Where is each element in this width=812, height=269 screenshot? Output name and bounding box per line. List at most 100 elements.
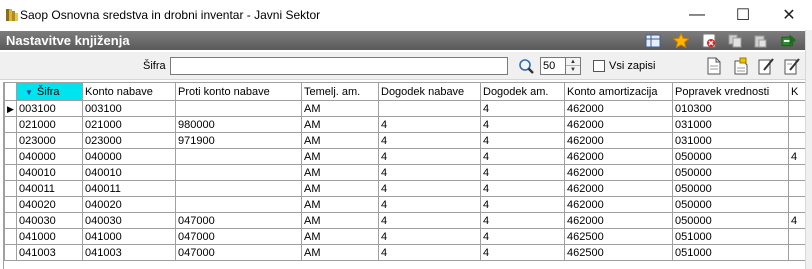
table-row[interactable]: ▶ 003100 003100 AM 4 462000 010300	[4, 100, 805, 117]
table-cell[interactable]: AM	[301, 132, 379, 149]
table-cell[interactable]: 4	[480, 132, 565, 149]
table-cell[interactable]: 462000	[564, 116, 673, 133]
table-cell[interactable]: 4	[378, 196, 481, 213]
favorite-star-icon[interactable]	[673, 33, 689, 48]
table-cell[interactable]: 462000	[564, 196, 673, 213]
table-cell[interactable]: 050000	[672, 212, 789, 229]
table-cell[interactable]: 040030	[16, 212, 83, 229]
table-cell[interactable]: 4	[378, 116, 481, 133]
insert-copy-icon[interactable]	[732, 57, 750, 75]
table-cell[interactable]: 462000	[564, 148, 673, 165]
row-indicator[interactable]	[4, 244, 17, 261]
close-form-icon[interactable]	[701, 33, 717, 48]
table-cell[interactable]: 4	[378, 148, 481, 165]
row-indicator[interactable]	[4, 132, 17, 149]
table-cell[interactable]: 040010	[16, 164, 83, 181]
table-row[interactable]: 021000 021000 980000 AM 4 4 462000 031000	[4, 116, 805, 133]
table-cell[interactable]: 4	[480, 212, 565, 229]
table-cell[interactable]: AM	[301, 180, 379, 197]
spin-down-icon[interactable]: ▼	[566, 66, 580, 74]
column-header-konto-nabave[interactable]: Konto nabave	[82, 82, 176, 101]
row-indicator[interactable]	[4, 164, 17, 181]
table-cell[interactable]: 051000	[672, 228, 789, 245]
table-cell[interactable]: 041003	[82, 244, 176, 261]
row-indicator[interactable]	[4, 180, 17, 197]
table-cell[interactable]: 980000	[175, 116, 302, 133]
table-cell[interactable]: 040030	[82, 212, 176, 229]
table-cell[interactable]: 462500	[564, 244, 673, 261]
table-cell[interactable]: 040020	[16, 196, 83, 213]
grid-settings-icon[interactable]	[645, 33, 661, 48]
table-cell[interactable]: 040020	[82, 196, 176, 213]
row-indicator[interactable]	[4, 148, 17, 165]
column-header-dogodek-nabave[interactable]: Dogodek nabave	[378, 82, 481, 101]
table-cell[interactable]: 003100	[82, 100, 176, 117]
table-cell[interactable]: 462000	[564, 132, 673, 149]
table-cell[interactable]: 462000	[564, 212, 673, 229]
table-row[interactable]: 023000 023000 971900 AM 4 4 462000 031000	[4, 132, 805, 149]
table-cell[interactable]: 047000	[175, 244, 302, 261]
table-cell[interactable]: 021000	[82, 116, 176, 133]
column-header-sifra[interactable]: ▼ Šifra	[16, 82, 83, 101]
table-cell[interactable]: AM	[301, 116, 379, 133]
table-cell[interactable]: 4	[378, 132, 481, 149]
close-button[interactable]: ✕	[766, 0, 812, 30]
table-cell[interactable]: 040011	[16, 180, 83, 197]
table-cell[interactable]: 041000	[82, 228, 176, 245]
table-cell[interactable]: 021000	[16, 116, 83, 133]
exit-icon[interactable]	[781, 33, 797, 48]
table-cell[interactable]: 040000	[16, 148, 83, 165]
table-row[interactable]: 040020 040020 AM 4 4 462000 050000	[4, 196, 805, 213]
table-row[interactable]: 041000 041000 047000 AM 4 4 462500 051000	[4, 228, 805, 245]
table-cell[interactable]: 031000	[672, 116, 789, 133]
table-cell[interactable]	[788, 164, 805, 181]
table-cell[interactable]: 040011	[82, 180, 176, 197]
table-cell[interactable]	[175, 180, 302, 197]
table-cell[interactable]	[788, 116, 805, 133]
column-header-popravek-vrednosti[interactable]: Popravek vrednosti	[672, 82, 789, 101]
table-row[interactable]: 040010 040010 AM 4 4 462000 050000	[4, 164, 805, 181]
table-cell[interactable]: 4	[480, 180, 565, 197]
table-cell[interactable]: 041003	[16, 244, 83, 261]
row-indicator[interactable]	[4, 212, 17, 229]
table-cell[interactable]: 4	[480, 228, 565, 245]
table-cell[interactable]	[175, 148, 302, 165]
row-indicator[interactable]	[4, 228, 17, 245]
new-record-icon[interactable]	[705, 57, 723, 75]
table-cell[interactable]	[788, 196, 805, 213]
copy-icon[interactable]	[727, 33, 743, 48]
table-cell[interactable]: AM	[301, 196, 379, 213]
table-cell[interactable]: 4	[788, 212, 805, 229]
table-row[interactable]: 040000 040000 AM 4 4 462000 050000 4	[4, 148, 805, 165]
table-cell[interactable]: 040010	[82, 164, 176, 181]
minimize-button[interactable]: —	[674, 0, 720, 30]
column-header-dogodek-am[interactable]: Dogodek am.	[480, 82, 565, 101]
table-cell[interactable]: 023000	[82, 132, 176, 149]
table-cell[interactable]: 4	[480, 100, 565, 117]
spin-up-icon[interactable]: ▲	[566, 58, 580, 66]
table-cell[interactable]: 050000	[672, 148, 789, 165]
paste-icon[interactable]	[752, 33, 768, 48]
table-cell[interactable]: 971900	[175, 132, 302, 149]
table-cell[interactable]: 462000	[564, 180, 673, 197]
table-cell[interactable]: 4	[480, 164, 565, 181]
column-header-proti-konto-nabave[interactable]: Proti konto nabave	[175, 82, 302, 101]
table-cell[interactable]: AM	[301, 244, 379, 261]
row-indicator[interactable]	[4, 116, 17, 133]
search-input[interactable]	[170, 57, 508, 75]
table-cell[interactable]	[788, 228, 805, 245]
table-cell[interactable]	[175, 196, 302, 213]
table-cell[interactable]	[175, 100, 302, 117]
maximize-button[interactable]: ☐	[720, 0, 766, 30]
table-cell[interactable]: 050000	[672, 196, 789, 213]
row-indicator[interactable]	[4, 196, 17, 213]
table-cell[interactable]: 050000	[672, 180, 789, 197]
table-cell[interactable]	[788, 244, 805, 261]
table-cell[interactable]: 041000	[16, 228, 83, 245]
table-row[interactable]: 041003 041003 047000 AM 4 4 462500 051000	[4, 244, 805, 261]
column-header-truncated[interactable]: K	[788, 82, 805, 101]
table-cell[interactable]: 4	[378, 244, 481, 261]
table-cell[interactable]: 003100	[16, 100, 83, 117]
table-cell[interactable]: 4	[378, 164, 481, 181]
table-cell[interactable]: 462500	[564, 228, 673, 245]
